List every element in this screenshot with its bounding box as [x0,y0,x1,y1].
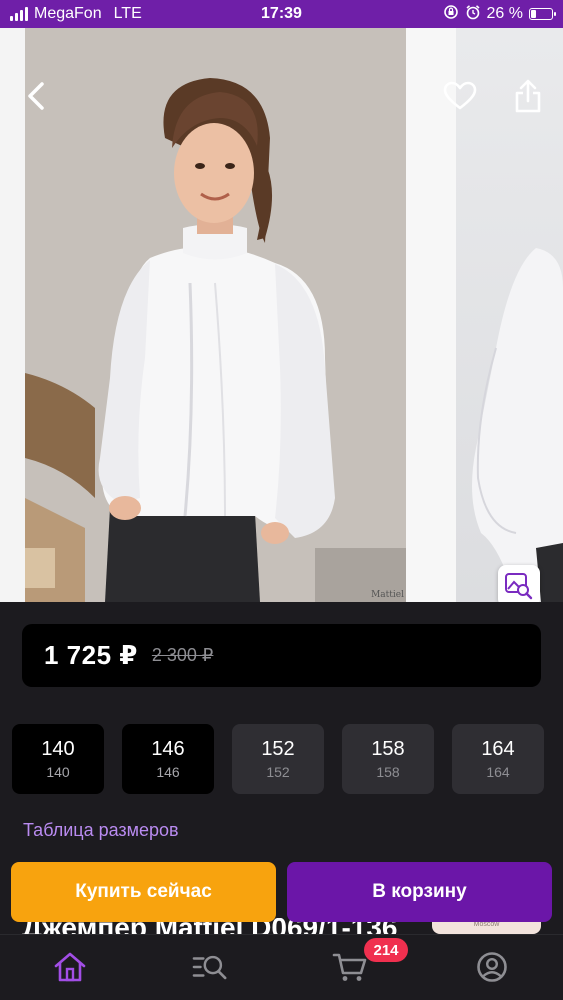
size-sublabel: 164 [486,764,510,780]
size-label: 140 [41,738,75,760]
share-icon [515,79,541,113]
price-card: 1 725 ₽ 2 300 ₽ [22,624,541,687]
image-search-icon [505,573,533,600]
size-label: 152 [261,738,295,760]
profile-icon [477,952,507,982]
nav-cart[interactable] [332,949,368,985]
size-label: 158 [371,738,405,760]
size-label: 146 [151,738,185,760]
share-button[interactable] [506,74,550,118]
back-icon [28,82,44,110]
nav-catalog-search[interactable] [192,949,228,985]
heart-icon [443,81,477,110]
home-icon [54,952,86,982]
size-label: 164 [481,738,515,760]
carrier-name: MegaFon [34,5,102,22]
rotation-lock-icon [443,4,459,25]
size-selector: 140 140 146 146 152 152 158 158 164 164 [12,724,552,794]
product-gallery[interactable]: Mattiel [0,28,563,602]
size-option-158[interactable]: 158 158 [342,724,434,794]
brand-watermark: Mattiel [371,590,404,600]
product-photo[interactable]: Mattiel [25,28,406,602]
image-search-button[interactable] [498,565,540,602]
catalog-search-icon [192,955,227,980]
model-illustration [25,28,406,602]
battery-percent: 26 % [486,5,523,22]
cart-count-badge: 214 [364,938,408,962]
cart-icon [332,953,367,981]
size-sublabel: 140 [46,764,70,780]
battery-icon [529,8,556,20]
network-type: LTE [113,5,142,22]
size-sublabel: 152 [266,764,290,780]
status-bar: MegaFon LTE 17:39 26 % [0,0,563,28]
buy-now-button[interactable]: Купить сейчас [11,862,276,922]
size-option-140[interactable]: 140 140 [12,724,104,794]
current-price: 1 725 ₽ [44,640,138,670]
nav-profile[interactable] [474,949,510,985]
size-sublabel: 146 [156,764,180,780]
back-button[interactable] [14,74,58,118]
bottom-nav [0,934,563,1000]
size-sublabel: 158 [376,764,400,780]
favorite-button[interactable] [438,74,482,118]
size-option-146[interactable]: 146 146 [122,724,214,794]
signal-icon [10,7,28,21]
nav-home[interactable] [52,949,88,985]
size-option-164[interactable]: 164 164 [452,724,544,794]
alarm-icon [465,4,481,25]
add-to-cart-button[interactable]: В корзину [287,862,552,922]
size-table-link[interactable]: Таблица размеров [23,820,179,841]
old-price: 2 300 ₽ [151,645,214,665]
size-option-152[interactable]: 152 152 [232,724,324,794]
